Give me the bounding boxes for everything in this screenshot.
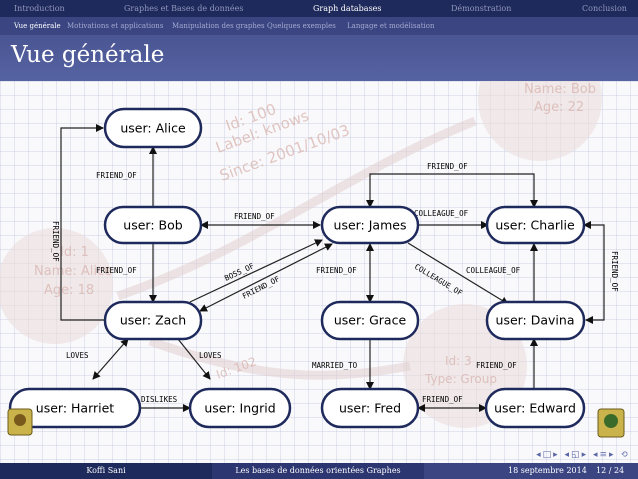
footer-date: 18 septembre 2014 <box>508 466 587 475</box>
edge-zach-harriet <box>92 338 129 380</box>
node-zach-label: user: Zach <box>120 313 186 328</box>
nav-section-graphes-bd[interactable]: Graphes et Bases de données <box>124 4 243 13</box>
footer-page-number: 12 / 24 <box>596 466 625 475</box>
bg-text-bob-name: Name: Bob <box>524 82 596 97</box>
edge-label-bob-alice: FRIEND_OF <box>96 171 137 180</box>
university-logo-left <box>7 408 33 436</box>
edge-label-zach-james-boss: BOSS_OF <box>223 261 256 283</box>
nav-subsection-vue-generale[interactable]: Vue générale <box>14 22 61 30</box>
edge-label-zach-ingrid: LOVES <box>199 351 222 360</box>
node-bob[interactable]: user: Bob <box>103 205 203 245</box>
background-property-graph: Name: Bob Age: 22 Id: 100 Label: knows S… <box>0 81 602 428</box>
edge-label-edward-davina: FRIEND_OF <box>476 361 517 370</box>
node-james[interactable]: user: James <box>320 205 420 245</box>
footer-date-page: 18 septembre 2014 12 / 24 <box>424 463 638 479</box>
node-alice[interactable]: user: Alice <box>103 107 203 149</box>
university-logo-right <box>597 408 625 438</box>
subsection-navigation: Vue générale Motivations et applications… <box>0 17 638 35</box>
slide-title-bar: Vue générale <box>0 35 638 81</box>
footer-title: Les bases de données orientées Graphes <box>212 463 424 479</box>
nav-section-conclusion[interactable]: Conclusion <box>582 4 627 13</box>
node-bob-label: user: Bob <box>123 218 182 233</box>
edge-label-davina-charlie: COLLEAGUE_OF <box>466 266 521 275</box>
nav-frame-icon[interactable]: □ <box>543 450 554 460</box>
nav-subsection-langage[interactable]: Langage et modélisation <box>347 22 435 30</box>
nav-subsection-motivations[interactable]: Motivations et applications <box>67 22 163 30</box>
nav-section-icon[interactable]: ≡ <box>600 450 610 460</box>
nav-next-icon[interactable]: ▸ <box>553 450 560 460</box>
bg-text-alice-id: Id: 1 <box>60 245 89 260</box>
edge-label-fred-edward: FRIEND_OF <box>422 395 463 404</box>
bg-text-bob-age: Age: 22 <box>534 100 584 115</box>
node-james-label: user: James <box>334 218 407 233</box>
slide-title: Vue générale <box>11 42 165 68</box>
bg-text-alice-age: Age: 18 <box>44 283 94 298</box>
graph-diagram-area: Name: Bob Age: 22 Id: 100 Label: knows S… <box>0 81 638 463</box>
nav-search-icon[interactable]: ⟲ <box>620 450 630 460</box>
edge-label-charlie-davina: FRIEND_OF <box>610 251 619 292</box>
node-davina[interactable]: user: Davina <box>485 300 586 341</box>
node-harriet-label: user: Harriet <box>36 401 115 416</box>
logo-right-emblem <box>604 414 618 428</box>
nav-section-graph-databases[interactable]: Graph databases <box>313 4 382 13</box>
footer-author: Koffi Sani <box>0 463 212 479</box>
node-alice-label: user: Alice <box>120 121 186 136</box>
section-navigation: Introduction Graphes et Bases de données… <box>0 0 638 17</box>
edges: FRIEND_OF FRIEND_OF FRIEND_OF FRIEND_OF … <box>51 124 619 412</box>
node-zach[interactable]: user: Zach <box>103 300 203 341</box>
edge-label-zach-harriet: LOVES <box>66 351 89 360</box>
nav-next-subsection-icon[interactable]: ▸ <box>582 450 589 460</box>
node-ingrid[interactable]: user: Ingrid <box>188 387 292 429</box>
node-charlie[interactable]: user: Charlie <box>485 205 586 245</box>
node-edward[interactable]: user: Edward <box>484 387 586 429</box>
edge-label-bob-zach: FRIEND_OF <box>96 266 137 275</box>
edge-label-zach-alice: FRIEND_OF <box>51 221 60 262</box>
edge-label-bob-james: FRIEND_OF <box>234 212 275 221</box>
node-fred-label: user: Fred <box>339 401 401 416</box>
nav-next-section-icon[interactable]: ▸ <box>609 450 616 460</box>
nav-subsection-exemples[interactable]: Quelques exemples <box>267 22 336 30</box>
node-charlie-label: user: Charlie <box>495 218 575 233</box>
slide-footer: Koffi Sani Les bases de données orientée… <box>0 463 638 479</box>
nav-section-introduction[interactable]: Introduction <box>14 4 65 13</box>
bg-edge <box>148 336 411 380</box>
edge-label-harriet-ingrid: DISLIKES <box>141 395 178 404</box>
edge-label-james-charlie-colleague: COLLEAGUE_OF <box>414 209 469 218</box>
edge-james-charlie-friend <box>366 173 538 208</box>
node-grace-label: user: Grace <box>334 313 407 328</box>
logo-left-emblem <box>14 414 26 426</box>
graph-diagram: Name: Bob Age: 22 Id: 100 Label: knows S… <box>0 81 625 438</box>
node-fred[interactable]: user: Fred <box>320 387 420 429</box>
edge-label-james-charlie-friend: FRIEND_OF <box>427 162 468 171</box>
nav-subsection-manipulation[interactable]: Manipulation des graphes <box>172 22 265 30</box>
edge-charlie-davina <box>583 221 605 324</box>
edge-label-grace-fred: MARRIED_TO <box>312 361 358 370</box>
bg-text-group-type: Type: Group <box>424 372 497 386</box>
nav-section-demonstration[interactable]: Démonstration <box>451 4 511 13</box>
edge-label-james-davina: COLLEAGUE_OF <box>413 262 464 298</box>
node-grace[interactable]: user: Grace <box>320 300 420 341</box>
node-davina-label: user: Davina <box>496 313 575 328</box>
node-ingrid-label: user: Ingrid <box>204 401 275 416</box>
bg-text-group-id: Id: 3 <box>445 354 472 368</box>
edge-label-grace-james: FRIEND_OF <box>316 266 357 275</box>
nav-subsection-icon[interactable]: ◱ <box>571 450 582 460</box>
node-edward-label: user: Edward <box>494 401 576 416</box>
beamer-navigation-symbols: ◂□▸ ◂◱▸ ◂≡▸ ⟲ <box>536 450 630 460</box>
